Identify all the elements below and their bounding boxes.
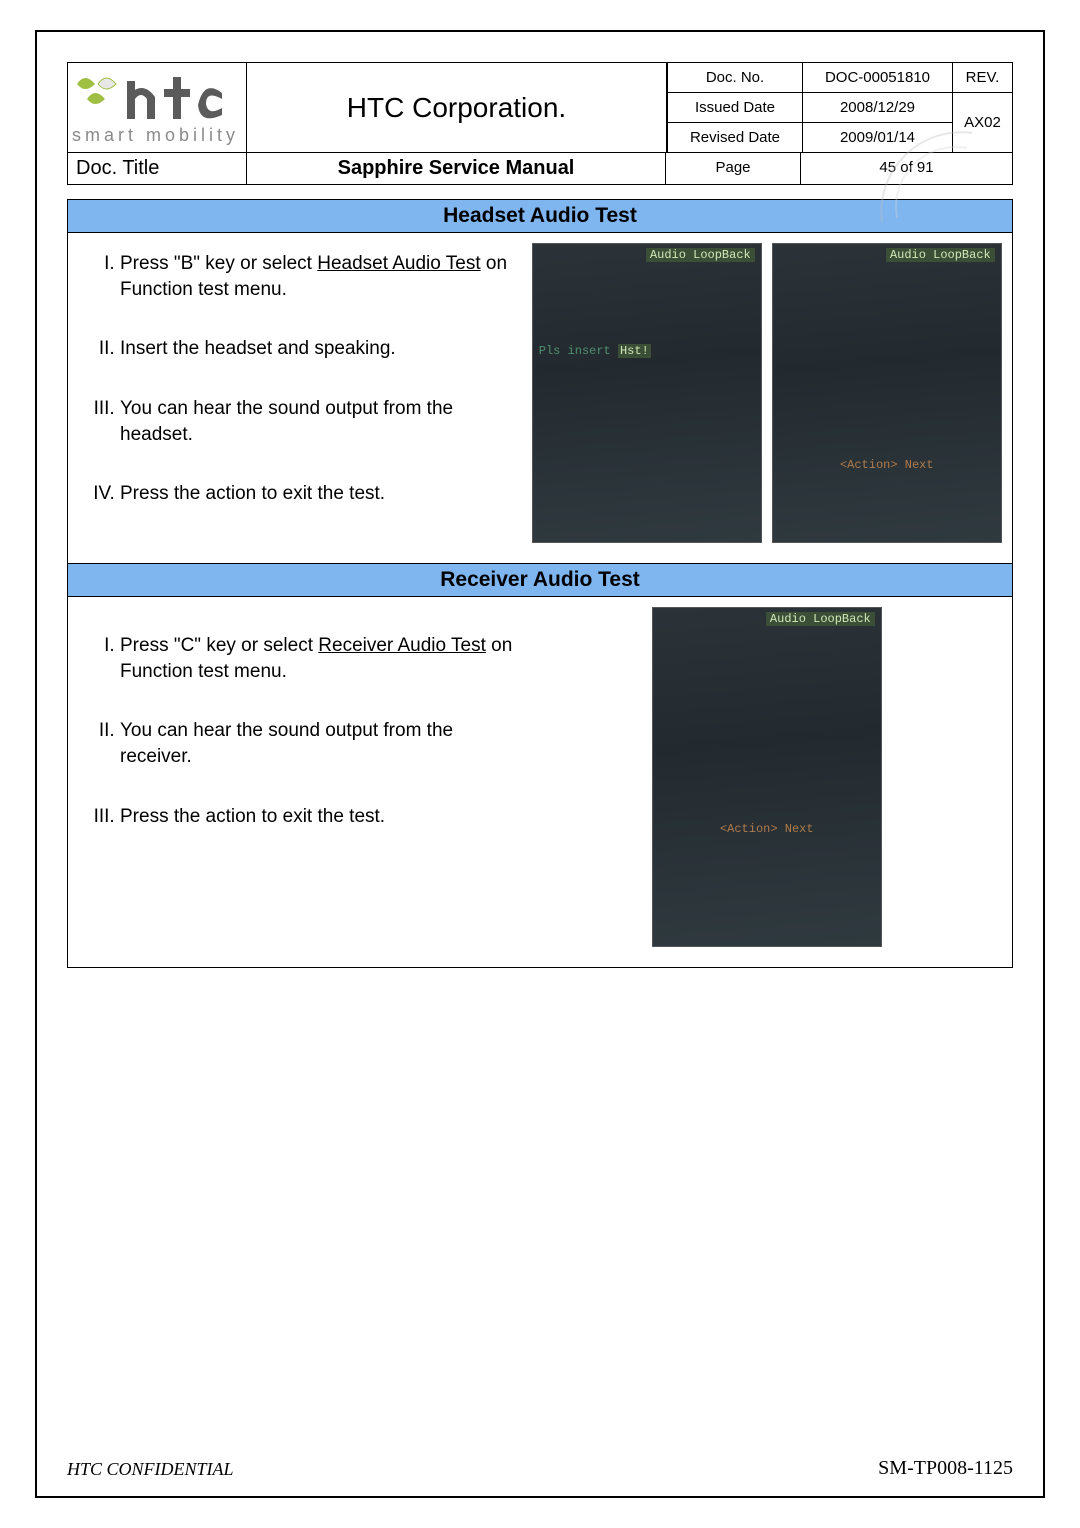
screen-mid-hl: Hst! (618, 344, 651, 358)
receiver-section-heading: Receiver Audio Test (68, 563, 1012, 597)
screen-mid-text: Pls insert Hst! (539, 344, 651, 358)
screen-title: Audio LoopBack (766, 612, 875, 626)
screen-mid-pre: Pls insert (539, 344, 618, 358)
receiver-step-2: You can hear the sound output from the r… (120, 718, 522, 769)
step-link-text: Receiver Audio Test (318, 635, 486, 656)
headset-section-body: Press "B" key or select Headset Audio Te… (68, 233, 1012, 563)
receiver-step-1: Press "C" key or select Receiver Audio T… (120, 633, 522, 684)
doc-title-label: Doc. Title (67, 153, 247, 185)
step-link-text: Headset Audio Test (317, 253, 480, 274)
headset-steps: Press "B" key or select Headset Audio Te… (78, 243, 522, 543)
revised-date-label: Revised Date (668, 123, 803, 153)
receiver-steps: Press "C" key or select Receiver Audio T… (78, 607, 522, 947)
issued-date-value: 2008/12/29 (803, 93, 953, 123)
headset-step-2: Insert the headset and speaking. (120, 336, 522, 362)
receiver-step-3: Press the action to exit the test. (120, 804, 522, 830)
doc-no-label: Doc. No. (668, 63, 803, 93)
footer-confidential: HTC CONFIDENTIAL (67, 1459, 234, 1480)
receiver-screenshots: Audio LoopBack <Action> Next (532, 607, 1002, 947)
rev-label: REV. (953, 63, 1013, 93)
headset-section-heading: Headset Audio Test (68, 200, 1012, 233)
rev-value: AX02 (953, 93, 1013, 153)
page-value-text: 45 of 91 (879, 159, 933, 176)
content-box: Headset Audio Test Press "B" key or sele… (67, 199, 1013, 968)
screen-action-text: <Action> Next (720, 822, 814, 836)
step-text: Press "B" key or select (120, 253, 317, 274)
phone-screenshot: Audio LoopBack <Action> Next (772, 243, 1002, 543)
page-label: Page (666, 153, 801, 185)
issued-date-label: Issued Date (668, 93, 803, 123)
receiver-section-body: Press "C" key or select Receiver Audio T… (68, 597, 1012, 967)
page-value: 45 of 91 (801, 153, 1013, 185)
doc-title-value: Sapphire Service Manual (247, 153, 666, 185)
phone-screenshot: Audio LoopBack Pls insert Hst! (532, 243, 762, 543)
screen-title: Audio LoopBack (646, 248, 755, 262)
header-row: smart mobility HTC Corporation. Doc. No.… (67, 62, 1013, 153)
screen-action-text: <Action> Next (840, 458, 934, 472)
headset-screenshots: Audio LoopBack Pls insert Hst! Audio Loo… (532, 243, 1002, 543)
corporation-name: HTC Corporation. (247, 62, 667, 153)
screen-title: Audio LoopBack (886, 248, 995, 262)
headset-step-1: Press "B" key or select Headset Audio Te… (120, 251, 522, 302)
page-frame: smart mobility HTC Corporation. Doc. No.… (35, 30, 1045, 1498)
headset-step-3: You can hear the sound output from the h… (120, 396, 522, 447)
headset-step-4: Press the action to exit the test. (120, 481, 522, 507)
revised-date-value: 2009/01/14 (803, 123, 953, 153)
title-row: Doc. Title Sapphire Service Manual Page … (67, 153, 1013, 185)
phone-screenshot: Audio LoopBack <Action> Next (652, 607, 882, 947)
footer-doc-code: SM-TP008-1125 (878, 1457, 1013, 1480)
htc-logo-icon (72, 69, 242, 129)
logo-tagline: smart mobility (72, 125, 239, 146)
meta-table: Doc. No. DOC-00051810 REV. Issued Date 2… (667, 62, 1013, 153)
doc-no-value: DOC-00051810 (803, 63, 953, 93)
logo-cell: smart mobility (67, 62, 247, 153)
step-text: Press "C" key or select (120, 635, 318, 656)
